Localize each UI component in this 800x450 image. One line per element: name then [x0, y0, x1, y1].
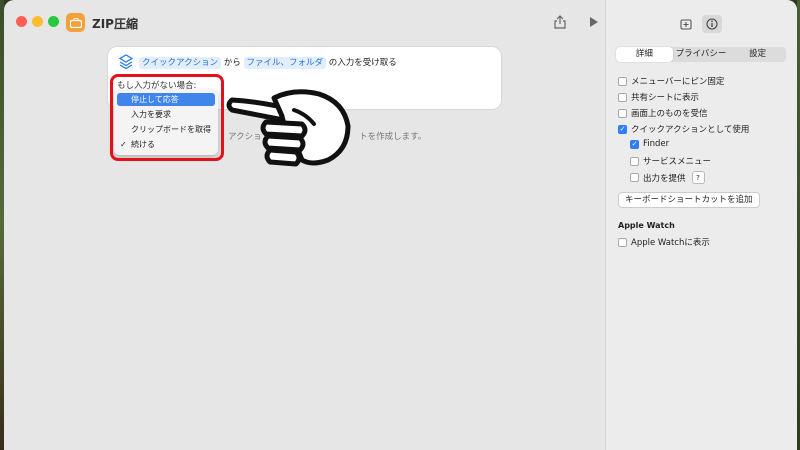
- option-label: メニューバーにピン固定: [631, 77, 725, 87]
- briefcase-icon: [66, 13, 85, 32]
- checkbox-checked[interactable]: ✓: [618, 124, 627, 134]
- help-button[interactable]: ?: [691, 171, 705, 184]
- play-icon: [590, 17, 598, 27]
- checkbox[interactable]: [618, 76, 627, 86]
- library-icon[interactable]: [676, 15, 696, 33]
- option-label: 画面上のものを受信: [631, 109, 708, 119]
- from-word: から: [223, 58, 241, 68]
- info-icon[interactable]: [702, 15, 722, 33]
- highlight-frame: [110, 74, 224, 161]
- run-button[interactable]: [584, 12, 604, 32]
- option-services-menu[interactable]: サービスメニュー: [630, 155, 711, 167]
- checkbox-checked[interactable]: ✓: [630, 139, 639, 149]
- option-label: Finder: [643, 139, 670, 149]
- apple-watch-header: Apple Watch: [618, 221, 675, 230]
- option-quick-action[interactable]: ✓ クイックアクションとして使用: [618, 123, 749, 135]
- quick-action-token[interactable]: クイックアクション: [139, 57, 222, 69]
- option-provide-output[interactable]: 出力を提供 ?: [630, 171, 705, 184]
- inspector-toolbar: [676, 15, 722, 33]
- checkbox[interactable]: [630, 156, 639, 166]
- share-icon: [554, 15, 566, 29]
- layers-icon: [118, 54, 134, 70]
- share-button[interactable]: [550, 12, 570, 32]
- action-sentence: クイックアクション から ファイル、フォルダ の入力を受け取る: [139, 56, 397, 69]
- file-folder-token[interactable]: ファイル、フォルダ: [243, 57, 327, 69]
- pointing-hand-icon: [226, 89, 351, 167]
- close-button[interactable]: [16, 16, 27, 27]
- option-label: 出力を提供: [643, 173, 686, 184]
- option-label: 共有シートに表示: [631, 93, 700, 103]
- tab-settings[interactable]: 設定: [729, 47, 786, 62]
- helper-text-right: トを作成します。: [359, 132, 427, 142]
- option-label: Apple Watchに表示: [631, 238, 710, 248]
- tab-privacy[interactable]: プライバシー: [673, 47, 730, 62]
- option-finder[interactable]: ✓ Finder: [630, 139, 669, 149]
- minimize-button[interactable]: [32, 16, 43, 27]
- checkbox[interactable]: [618, 92, 627, 102]
- option-share-sheet[interactable]: 共有シートに表示: [618, 91, 699, 103]
- window-title: ZIP圧縮: [92, 17, 138, 31]
- option-label: クイックアクションとして使用: [631, 125, 750, 135]
- checkbox[interactable]: [618, 108, 627, 118]
- option-pin-menubar[interactable]: メニューバーにピン固定: [618, 75, 724, 87]
- checkbox[interactable]: [618, 237, 627, 247]
- inspector-tabs: 詳細 プライバシー 設定: [616, 47, 786, 62]
- add-keyboard-shortcut-button[interactable]: キーボードショートカットを追加: [618, 192, 760, 208]
- option-apple-watch[interactable]: Apple Watchに表示: [618, 236, 710, 248]
- receive-input-text: の入力を受け取る: [328, 58, 397, 68]
- inspector-panel: 詳細 プライバシー 設定 メニューバーにピン固定 共有シートに表示 画面上のもの…: [605, 0, 797, 450]
- zoom-button[interactable]: [48, 16, 59, 27]
- shortcuts-window: ZIP圧縮 クイックアクション から ファイル、フォルダ の入力を受け取る アク…: [4, 0, 797, 450]
- title-bar: ZIP圧縮: [4, 0, 605, 44]
- option-receive-onscreen[interactable]: 画面上のものを受信: [618, 107, 708, 119]
- option-label: サービスメニュー: [643, 157, 712, 167]
- checkbox[interactable]: [630, 173, 639, 182]
- tab-details[interactable]: 詳細: [616, 47, 673, 62]
